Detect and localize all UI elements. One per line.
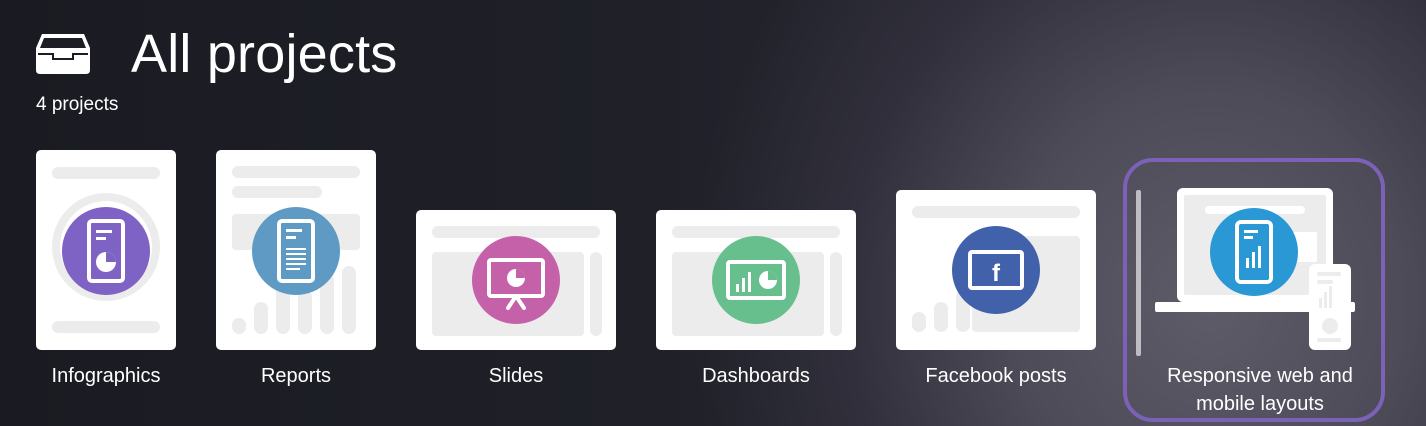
card-label-responsive-layouts: Responsive web and mobile layouts [1127, 362, 1393, 418]
card-label-slides: Slides [488, 365, 544, 387]
dashboard-chart-icon [712, 236, 800, 324]
report-document-icon [252, 207, 340, 295]
project-type-reports[interactable]: Reports [216, 150, 376, 390]
project-count: 4 projects [36, 94, 119, 115]
facebook-icon: f [952, 226, 1040, 314]
project-type-slides[interactable]: Slides [416, 210, 616, 390]
card-label-infographics: Infographics [51, 365, 161, 387]
page-title: All projects [131, 24, 398, 84]
dashboards-badge-fill [712, 236, 800, 324]
card-label-reports: Reports [260, 365, 332, 387]
project-type-facebook-posts[interactable]: f Facebook posts [896, 190, 1096, 390]
responsive-device-icon [1210, 208, 1298, 296]
presentation-easel-icon [472, 236, 560, 324]
project-type-responsive-layouts[interactable]: Responsive web and mobile layouts [1127, 162, 1381, 418]
project-type-dashboards[interactable]: Dashboards [656, 210, 856, 390]
inbox-tray-icon [36, 34, 90, 74]
project-type-infographics[interactable]: Infographics [36, 150, 176, 390]
card-label-dashboards: Dashboards [702, 365, 810, 387]
card-label-line-2: mobile layouts [1196, 393, 1324, 415]
card-label-line-1: Responsive web and [1167, 365, 1353, 387]
card-label-facebook-posts: Facebook posts [925, 365, 1067, 387]
svg-text:f: f [992, 260, 1001, 287]
infographic-icon [62, 207, 150, 295]
